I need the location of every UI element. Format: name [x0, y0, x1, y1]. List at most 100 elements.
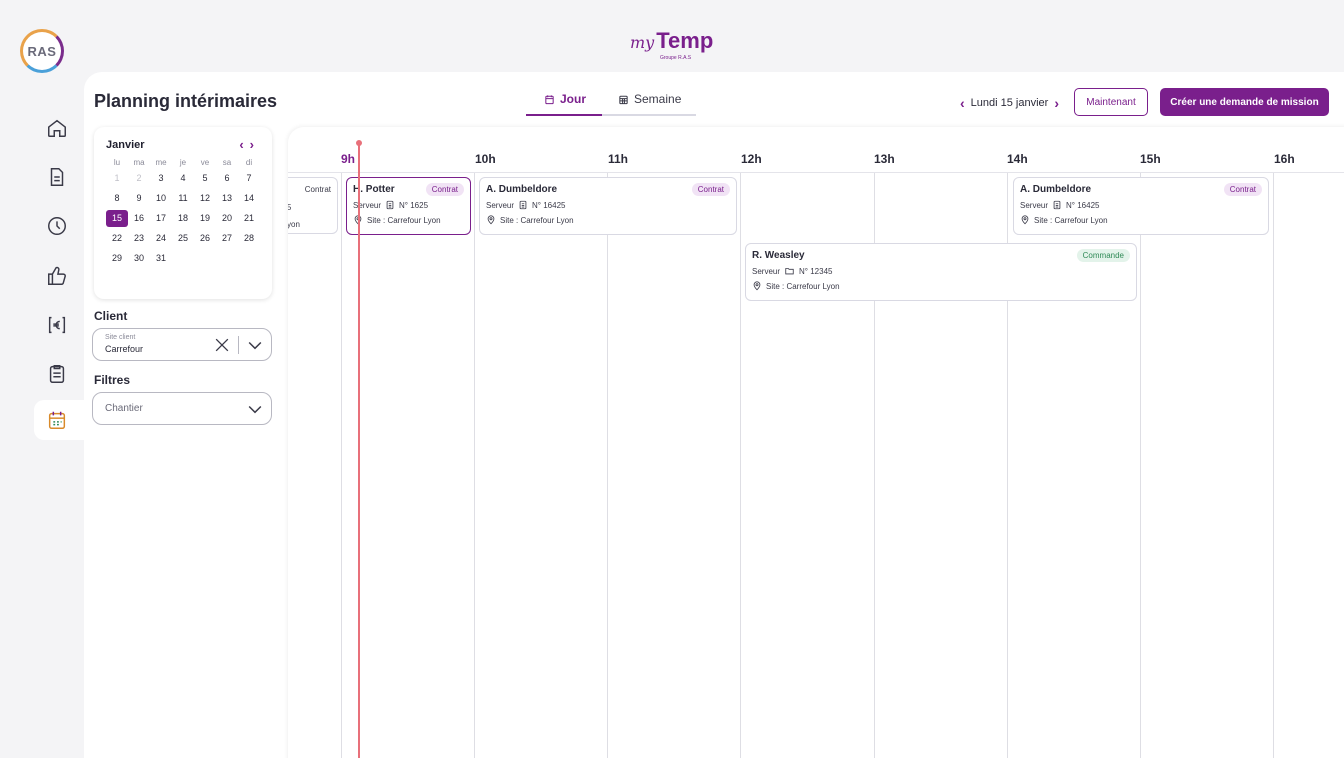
- calendar-day[interactable]: 11: [172, 190, 194, 207]
- chantier-select[interactable]: Chantier: [92, 392, 272, 425]
- timeline-header: 9h 10h 11h 12h 13h 14h 15h 16h: [288, 127, 1344, 173]
- sidebar-item-tasks[interactable]: [34, 354, 84, 394]
- tab-jour-label: Jour: [560, 92, 587, 106]
- mission-number: N° 12345: [799, 266, 833, 276]
- create-mission-button[interactable]: Créer une demande de mission: [1160, 88, 1329, 116]
- calendar-day[interactable]: 19: [194, 210, 216, 227]
- calendar-day[interactable]: 2: [128, 170, 150, 187]
- client-site-select[interactable]: Site client Carrefour: [92, 328, 272, 361]
- mission-card[interactable]: H. Potter Contrat Serveur N° 1625 Site :…: [346, 177, 471, 235]
- clipboard-icon: [49, 365, 65, 383]
- ras-logo-text: RAS: [27, 43, 57, 59]
- calendar-day-selected[interactable]: 15: [106, 210, 128, 227]
- chevron-left-icon[interactable]: ‹: [960, 95, 965, 111]
- calendar-day[interactable]: 31: [150, 250, 172, 267]
- calendar-day[interactable]: 6: [216, 170, 238, 187]
- worker-role: Serveur: [486, 200, 515, 210]
- sidebar-item-documents[interactable]: [34, 157, 84, 197]
- clock-icon: [48, 217, 66, 235]
- sidebar-item-reviews[interactable]: [34, 256, 84, 296]
- mission-badge: Contrat: [304, 185, 331, 194]
- mission-card[interactable]: A. Dumbeldore Contrat Serveur N° 16425 S…: [479, 177, 737, 235]
- sidebar-item-history[interactable]: [34, 206, 84, 246]
- tab-jour[interactable]: Jour: [544, 92, 586, 106]
- calendar-day[interactable]: 14: [238, 190, 260, 207]
- euro-icon: [48, 316, 66, 334]
- weekday-label: sa: [222, 158, 232, 167]
- mission-badge: Commande: [1076, 249, 1130, 262]
- hour-gridline: [474, 173, 475, 758]
- site-row: Site : Carrefour Lyon: [486, 215, 730, 225]
- ras-logo[interactable]: RAS: [20, 29, 64, 73]
- worker-role: Serveur: [1020, 200, 1049, 210]
- tab-semaine[interactable]: Semaine: [618, 92, 681, 106]
- month-nav-arrows: ‹›: [239, 137, 260, 152]
- site-row: Site : Carrefour Lyon: [353, 215, 464, 225]
- role-row: Serveur N° 12345: [752, 266, 1130, 276]
- close-icon[interactable]: [212, 335, 232, 355]
- calendar-day[interactable]: 16: [128, 210, 150, 227]
- hour-label: 16h: [1274, 152, 1295, 166]
- calendar-day[interactable]: 25: [172, 230, 194, 247]
- page-title: Planning intérimaires: [94, 91, 278, 111]
- hour-label: 13h: [874, 152, 895, 166]
- calendar-day[interactable]: 10: [150, 190, 172, 207]
- chevron-down-icon[interactable]: [245, 335, 265, 355]
- mission-site: r Lyon: [288, 220, 300, 229]
- calendar-day[interactable]: 1: [106, 170, 128, 187]
- calendar-day[interactable]: 3: [150, 170, 172, 187]
- calendar-day[interactable]: 21: [238, 210, 260, 227]
- mission-number: N° 1625: [399, 200, 429, 210]
- hour-gridline: [341, 173, 342, 758]
- client-label: Client: [94, 309, 128, 323]
- sidebar-item-planning[interactable]: [34, 400, 84, 440]
- thumbs-up-icon: [48, 266, 66, 285]
- next-month-icon[interactable]: ›: [250, 137, 260, 152]
- mission-site: Site : Carrefour Lyon: [500, 215, 574, 225]
- calendar-day[interactable]: 23: [128, 230, 150, 247]
- calendar-day[interactable]: 26: [194, 230, 216, 247]
- mission-card[interactable]: R. Weasley Commande Serveur N° 12345 Sit…: [745, 243, 1137, 301]
- calendar-day[interactable]: 4: [172, 170, 194, 187]
- calendar-day[interactable]: 24: [150, 230, 172, 247]
- calendar-day[interactable]: 20: [216, 210, 238, 227]
- chevron-down-icon[interactable]: [245, 399, 265, 419]
- mytemp-brand: my Temp Groupe R.A.S: [630, 28, 714, 62]
- worker-role: Serveur: [752, 266, 781, 276]
- chevron-right-icon[interactable]: ›: [1054, 95, 1059, 111]
- worker-name: R. Weasley: [752, 250, 805, 261]
- current-time-line: [358, 143, 360, 758]
- document-icon: [50, 168, 64, 186]
- calendar-day[interactable]: 9: [128, 190, 150, 207]
- select-divider: [238, 336, 239, 354]
- calendar-day[interactable]: 8: [106, 190, 128, 207]
- calendar-day[interactable]: 17: [150, 210, 172, 227]
- sidebar-item-home[interactable]: [34, 108, 84, 148]
- contract-doc-icon: [519, 200, 527, 210]
- calendar-day[interactable]: 22: [106, 230, 128, 247]
- calendar-day[interactable]: 28: [238, 230, 260, 247]
- mini-calendar: Janvier ‹› lu ma me je ve sa di 1 2 3 4 5 6 7 8 9 10 11 12…: [94, 127, 272, 299]
- calendar-day[interactable]: 5: [194, 170, 216, 187]
- hour-gridline: [1140, 173, 1141, 758]
- calendar-day[interactable]: 27: [216, 230, 238, 247]
- calendar-day[interactable]: 18: [172, 210, 194, 227]
- view-tabs: Jour Semaine: [526, 88, 696, 116]
- calendar-day[interactable]: 7: [238, 170, 260, 187]
- mission-card[interactable]: A. Dumbeldore Contrat Serveur N° 16425 S…: [1013, 177, 1269, 235]
- prev-month-icon[interactable]: ‹: [239, 137, 249, 152]
- brand-name: Temp: [656, 28, 714, 53]
- calendar-day[interactable]: 29: [106, 250, 128, 267]
- calendar-day[interactable]: 12: [194, 190, 216, 207]
- calendar-day[interactable]: 13: [216, 190, 238, 207]
- sidebar-item-billing[interactable]: [34, 305, 84, 345]
- calendar-day-icon: [545, 94, 554, 104]
- mission-card-partial[interactable]: Contrat 425 r Lyon: [288, 177, 338, 234]
- mission-site: Site : Carrefour Lyon: [766, 281, 840, 291]
- site-row: Site : Carrefour Lyon: [752, 281, 1130, 291]
- now-button[interactable]: Maintenant: [1074, 88, 1148, 116]
- calendar-day[interactable]: 30: [128, 250, 150, 267]
- date-navigation: ‹ Lundi 15 janvier ›: [960, 95, 1059, 111]
- brand-prefix: my: [630, 33, 655, 52]
- contract-doc-icon: [1053, 200, 1061, 210]
